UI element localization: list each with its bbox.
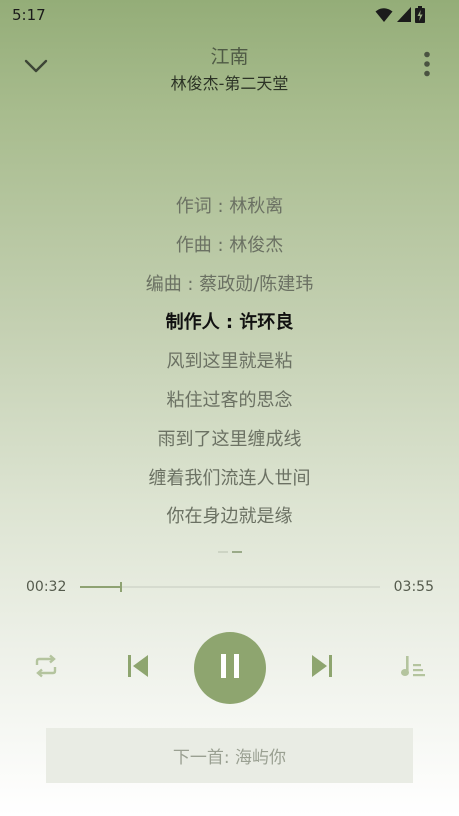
repeat-icon [33,654,59,682]
seek-bar[interactable] [80,582,380,592]
next-up-label: 下一首: 海屿你 [172,748,287,768]
lyric-line: 你在身边就是缘 [166,506,293,528]
battery-icon [415,6,425,27]
next-up-bar[interactable]: 下一首: 海屿你 [46,728,413,783]
page-dot [217,551,228,553]
lyric-line: 作曲 : 林俊杰 [175,234,284,256]
skip-next-icon [311,654,333,682]
lyric-line: 作词 : 林秋离 [175,196,284,217]
lyrics-panel[interactable]: 作词 : 林秋离 作曲 : 林俊杰编曲 : 蔡政勋/陈建玮 制作人 : 许环良 风到这… [0,188,459,537]
status-icons [375,6,425,27]
lyric-line: 缠着我们流连人世间 [148,467,311,489]
status-bar: 5:17 [0,0,459,32]
more-options-button[interactable] [417,50,437,82]
seek-bar-fill [80,586,121,588]
lyric-line: 编曲 : 蔡政勋/陈建玮 [145,273,314,295]
pause-icon [218,653,242,683]
cell-signal-icon [397,7,411,26]
play-pause-button[interactable] [194,632,266,704]
lyrics-page-indicator [0,551,459,553]
previous-button[interactable] [124,654,152,682]
playlist-icon [400,654,426,682]
page-dot-active [231,551,242,553]
more-vertical-icon [423,51,431,81]
total-time: 03:55 [393,579,434,595]
lyric-line: 风到这里就是粘 [166,351,293,373]
player-header: 江南 林俊杰-第二天堂 [0,32,459,102]
next-button[interactable] [308,654,336,682]
lyric-line: 雨到了这里缠成线 [157,428,302,450]
seek-bar-thumb[interactable] [120,582,122,592]
lyric-line: 粘住过客的思念 [166,389,293,411]
playlist-button[interactable] [398,654,428,682]
current-time: 00:32 [26,579,67,595]
skip-previous-icon [127,654,149,682]
repeat-button[interactable] [30,654,62,682]
artist-album: 林俊杰-第二天堂 [170,74,289,93]
wifi-icon [375,7,393,27]
status-time: 5:17 [12,6,46,24]
lyric-line-current: 制作人 : 许环良 [165,312,294,334]
playback-controls [0,632,459,704]
song-title: 江南 [210,46,249,68]
progress-row: 00:32 03:55 [0,576,459,600]
